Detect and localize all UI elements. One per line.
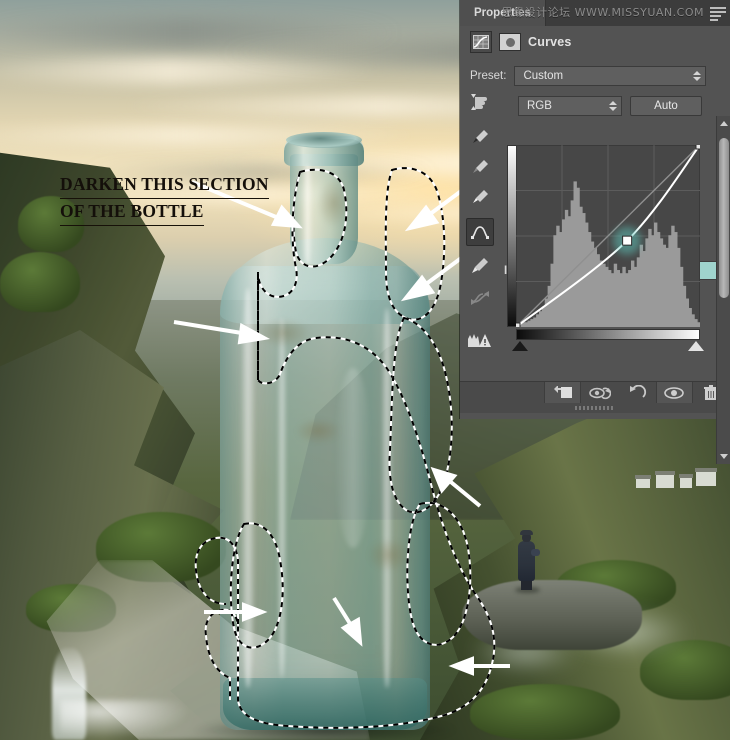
village-roof (695, 468, 717, 472)
panel-bottom-toolbar (460, 381, 730, 404)
waterfall-splash (60, 700, 190, 740)
village-roof (679, 474, 693, 478)
arrow-body-right-lower (448, 656, 514, 676)
village-building (680, 477, 692, 488)
village-roof (635, 475, 651, 479)
screenshot-root: DARKEN THIS SECTION OF THE BOTTLE Proper… (0, 0, 730, 740)
black-point-slider[interactable] (512, 341, 528, 351)
bottle-highlight (240, 288, 256, 688)
pencil-draw-curve-icon[interactable] (466, 252, 494, 280)
village-roof (655, 471, 675, 475)
bottle-highlight (335, 368, 371, 548)
scroll-down-arrow-icon[interactable] (720, 454, 728, 459)
village-building (636, 478, 650, 488)
arrow-body-right-mid (430, 466, 484, 510)
figure-coat (518, 541, 535, 581)
scroll-up-arrow-icon[interactable] (720, 121, 728, 126)
figure-arm (531, 549, 540, 556)
curve-control-point[interactable] (516, 322, 521, 327)
panel-resize-grip[interactable] (460, 403, 730, 413)
arrow-body-left-upper (172, 318, 271, 345)
annotation-line-2: OF THE BOTTLE (60, 199, 204, 226)
graph-plot[interactable] (516, 145, 700, 327)
clip-to-layer-icon[interactable] (544, 381, 582, 404)
chevron-updown-icon (693, 71, 701, 81)
channel-row: RGB Auto (518, 96, 706, 116)
rock-outcrop (462, 580, 642, 650)
panel-vertical-scrollbar[interactable] (716, 116, 730, 464)
village-building (696, 470, 716, 486)
annotation-text: DARKEN THIS SECTION OF THE BOTTLE (60, 172, 269, 226)
shrub (0, 252, 80, 312)
bottle-highlight (277, 318, 287, 678)
auto-button-label: Auto (654, 100, 678, 112)
bottle-grime (295, 418, 341, 444)
bottle-base (223, 678, 427, 730)
bottle-grime (367, 538, 411, 572)
preset-row: Preset: Custom (470, 66, 706, 86)
curve-control-point[interactable] (695, 145, 700, 150)
standing-figure (513, 527, 540, 593)
preset-dropdown[interactable]: Custom (514, 66, 706, 86)
view-previous-state-icon[interactable] (581, 382, 618, 404)
input-gradient-strip (516, 329, 700, 340)
village-building (656, 474, 674, 488)
on-image-adjustment-icon[interactable] (466, 88, 494, 116)
toggle-layer-visibility-icon[interactable] (655, 381, 693, 404)
arrow-body-center-lower (330, 596, 372, 647)
smooth-curve-icon[interactable] (466, 284, 494, 312)
annotation-line-1: DARKEN THIS SECTION (60, 172, 269, 199)
adjustment-title: Curves (528, 35, 572, 49)
adjustment-header: Curves (460, 26, 730, 58)
black-point-eyedropper-icon[interactable] (466, 124, 494, 152)
bottle-grime (317, 178, 351, 228)
scrollbar-thumb[interactable] (719, 138, 729, 298)
curves-adjustment-icon (470, 31, 492, 53)
white-point-slider[interactable] (688, 341, 704, 351)
channel-dropdown[interactable]: RGB (518, 96, 622, 116)
white-point-eyedropper-icon[interactable] (466, 184, 494, 212)
figure-cap (520, 530, 533, 535)
clipping-warning-icon[interactable] (466, 326, 494, 354)
curve-control-point[interactable] (622, 235, 633, 246)
bottle-highlight (381, 308, 393, 688)
auto-button[interactable]: Auto (630, 96, 702, 116)
preset-label: Preset: (470, 70, 507, 82)
hillside-village (634, 468, 720, 494)
tab-strip-empty: 思缘设计论坛 WWW.MISSYUAN.COM (502, 0, 730, 26)
chevron-updown-icon (609, 101, 617, 111)
preset-value: Custom (523, 70, 564, 82)
panel-tab-strip: Properties 思缘设计论坛 WWW.MISSYUAN.COM (460, 0, 730, 26)
channel-value: RGB (527, 100, 552, 112)
bottle-mouth (286, 132, 362, 148)
arrow-body-left-lower (202, 602, 268, 622)
site-watermark: 思缘设计论坛 WWW.MISSYUAN.COM (501, 6, 704, 19)
curve-point-tool-icon[interactable] (466, 218, 494, 246)
reset-adjustment-icon[interactable] (618, 382, 655, 404)
panel-menu-icon[interactable] (710, 7, 726, 21)
curves-toolbar (466, 88, 500, 356)
gray-point-eyedropper-icon[interactable] (466, 154, 494, 182)
curves-graph[interactable] (516, 145, 700, 327)
layer-mask-thumbnail[interactable] (499, 33, 521, 51)
shrub (470, 684, 620, 740)
